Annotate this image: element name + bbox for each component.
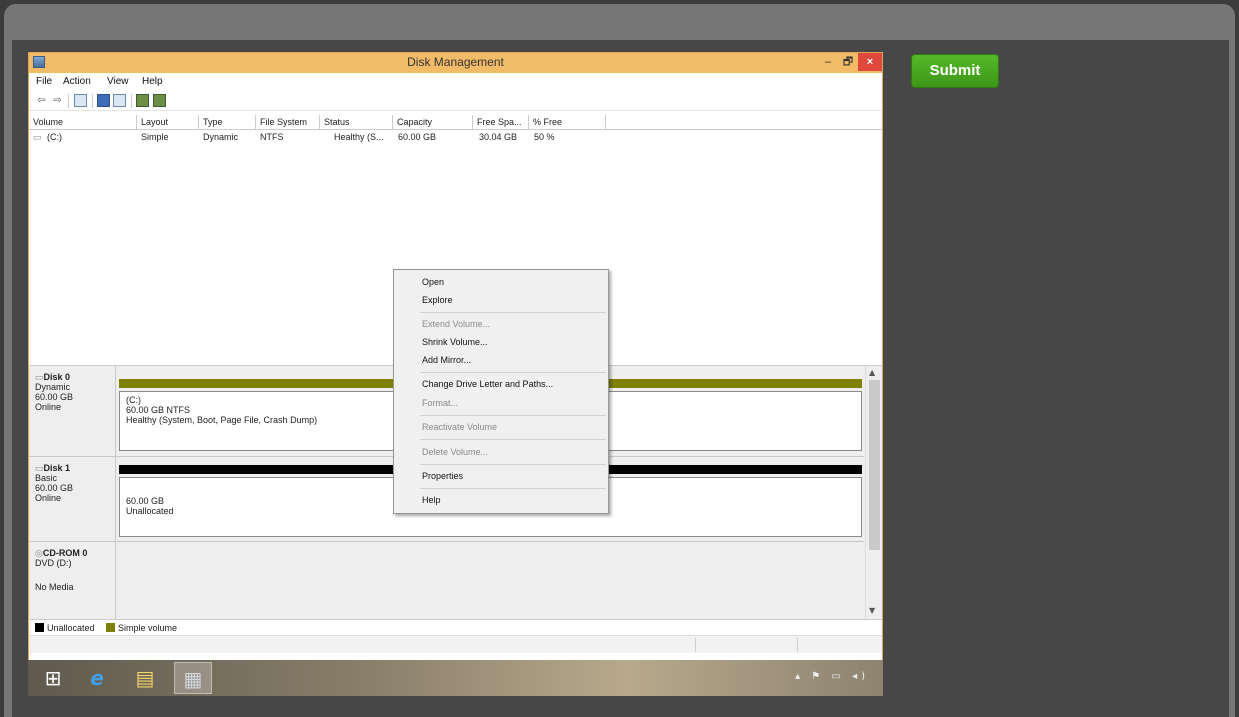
cell-filesystem: NTFS (260, 132, 284, 142)
toolbar-separator (92, 94, 93, 108)
cell-type: Dynamic (203, 132, 239, 142)
legend: Unallocated Simple volume (29, 619, 882, 635)
system-tray[interactable]: ▴ ⚑ ▭ ◂) (795, 671, 869, 682)
cdrom-0-state: No Media (35, 582, 74, 592)
menu-help[interactable]: Help (142, 76, 163, 87)
menu-item-open[interactable]: Open (422, 277, 444, 287)
back-arrow-icon[interactable]: ⇦ (35, 94, 48, 107)
column-header-type[interactable]: Type (199, 115, 256, 130)
menu-item-help[interactable]: Help (422, 495, 441, 505)
legend-swatch-simple-volume (106, 623, 115, 632)
menu-separator (420, 415, 606, 416)
disk-icon: ▭ (35, 372, 44, 382)
disk-1-size: 60.00 GB (35, 483, 74, 493)
cell-capacity: 60.00 GB (398, 132, 437, 142)
disk-row-cdrom-0: ◎CD-ROM 0 DVD (D:) No Media (29, 542, 864, 620)
forward-arrow-icon[interactable]: ⇨ (51, 94, 64, 107)
menu-separator (420, 439, 606, 440)
menu-item-change-drive-letter[interactable]: Change Drive Letter and Paths... (422, 379, 553, 389)
cell-layout: Simple (141, 132, 169, 142)
disk-0-type: Dynamic (35, 382, 71, 392)
context-menu: Open Explore Extend Volume... Shrink Vol… (393, 269, 609, 514)
disk-0-size: 60.00 GB (35, 392, 74, 402)
scroll-down-icon[interactable]: ▼ (869, 606, 875, 615)
taskbar: ⊞ e ▤ ▦ ▴ ⚑ ▭ ◂) (28, 660, 883, 696)
cell-free-space: 30.04 GB (479, 132, 518, 142)
refresh-icon[interactable] (136, 94, 149, 107)
cell-percent-free: 50 % (534, 132, 555, 142)
toolbar-separator (131, 94, 132, 108)
scroll-thumb[interactable] (869, 380, 880, 550)
drive-icon: ▭ (33, 132, 42, 142)
menu-item-extend-volume: Extend Volume... (422, 319, 491, 329)
disk-1-label[interactable]: ▭Disk 1 Basic 60.00 GB Online (35, 463, 73, 503)
cdrom-0-name: CD-ROM 0 (42, 548, 88, 558)
properties-icon[interactable] (153, 94, 166, 107)
status-bar (29, 635, 882, 653)
cdrom-0-label[interactable]: ◎CD-ROM 0 DVD (D:) No Media (35, 548, 87, 592)
column-header-free-space[interactable]: Free Spa... (473, 115, 529, 130)
divider (115, 542, 116, 620)
divider (115, 457, 116, 541)
menu-separator (420, 372, 606, 373)
disk-0-name: Disk 0 (43, 372, 71, 382)
file-explorer-icon[interactable]: ▤ (126, 662, 164, 694)
column-header-layout[interactable]: Layout (137, 115, 199, 130)
menu-action[interactable]: Action (63, 76, 91, 87)
column-header-volume[interactable]: Volume (29, 115, 137, 130)
cell-volume: (C:) (47, 132, 62, 142)
column-header-status[interactable]: Status (320, 115, 393, 130)
maximize-button[interactable]: 🗗 (838, 53, 858, 71)
status-bar-divider (695, 638, 696, 652)
menu-view[interactable]: View (107, 76, 129, 87)
menu-bar: File Action View Help (29, 73, 882, 91)
column-header-empty (606, 115, 882, 130)
console-icon[interactable] (74, 94, 87, 107)
cdrom-icon: ◎ (35, 548, 43, 558)
menu-item-reactivate-volume: Reactivate Volume (422, 422, 498, 432)
toolbar: ⇦ ⇨ (29, 91, 882, 111)
disk-management-task-icon[interactable]: ▦ (174, 662, 212, 694)
menu-item-format: Format... (422, 398, 459, 408)
menu-item-shrink-volume[interactable]: Shrink Volume... (422, 337, 488, 347)
disk-1-name: Disk 1 (43, 463, 71, 473)
column-header-percent-free[interactable]: % Free (529, 115, 606, 130)
menu-separator (420, 464, 606, 465)
help-icon[interactable] (97, 94, 110, 107)
title-bar[interactable]: Disk Management – 🗗 × (29, 53, 882, 73)
cell-status: Healthy (S... (334, 132, 384, 142)
disk-management-window: Disk Management – 🗗 × File Action View H… (28, 52, 883, 662)
toolbar-separator (68, 94, 69, 108)
disk-icon: ▭ (35, 463, 44, 473)
legend-swatch-unallocated (35, 623, 44, 632)
cdrom-0-type: DVD (D:) (35, 558, 72, 568)
minimize-button[interactable]: – (818, 53, 838, 71)
divider (115, 366, 116, 456)
menu-separator (420, 312, 606, 313)
menu-separator (420, 488, 606, 489)
disk-0-label[interactable]: ▭Disk 0 Dynamic 60.00 GB Online (35, 372, 73, 412)
list-icon[interactable] (113, 94, 126, 107)
menu-item-delete-volume: Delete Volume... (422, 447, 489, 457)
window-title: Disk Management (407, 55, 504, 69)
disk-1-state: Online (35, 493, 62, 503)
menu-file[interactable]: File (36, 76, 52, 87)
close-button[interactable]: × (858, 53, 882, 71)
menu-item-explore[interactable]: Explore (422, 295, 453, 305)
disk-view-scrollbar[interactable]: ▲ ▼ (865, 366, 882, 620)
disk-1-type: Basic (35, 473, 58, 483)
status-bar-divider (797, 638, 798, 652)
disk-0-state: Online (35, 402, 62, 412)
legend-label-unallocated: Unallocated (47, 623, 95, 633)
scroll-up-icon[interactable]: ▲ (869, 368, 875, 377)
start-windows-icon[interactable]: ⊞ (34, 662, 72, 694)
menu-item-add-mirror[interactable]: Add Mirror... (422, 355, 471, 365)
menu-item-properties[interactable]: Properties (422, 471, 463, 481)
internet-explorer-icon[interactable]: e (78, 662, 116, 694)
column-header-capacity[interactable]: Capacity (393, 115, 473, 130)
legend-label-simple-volume: Simple volume (118, 623, 178, 633)
column-header-filesystem[interactable]: File System (256, 115, 320, 130)
submit-button[interactable]: Submit (911, 54, 999, 88)
